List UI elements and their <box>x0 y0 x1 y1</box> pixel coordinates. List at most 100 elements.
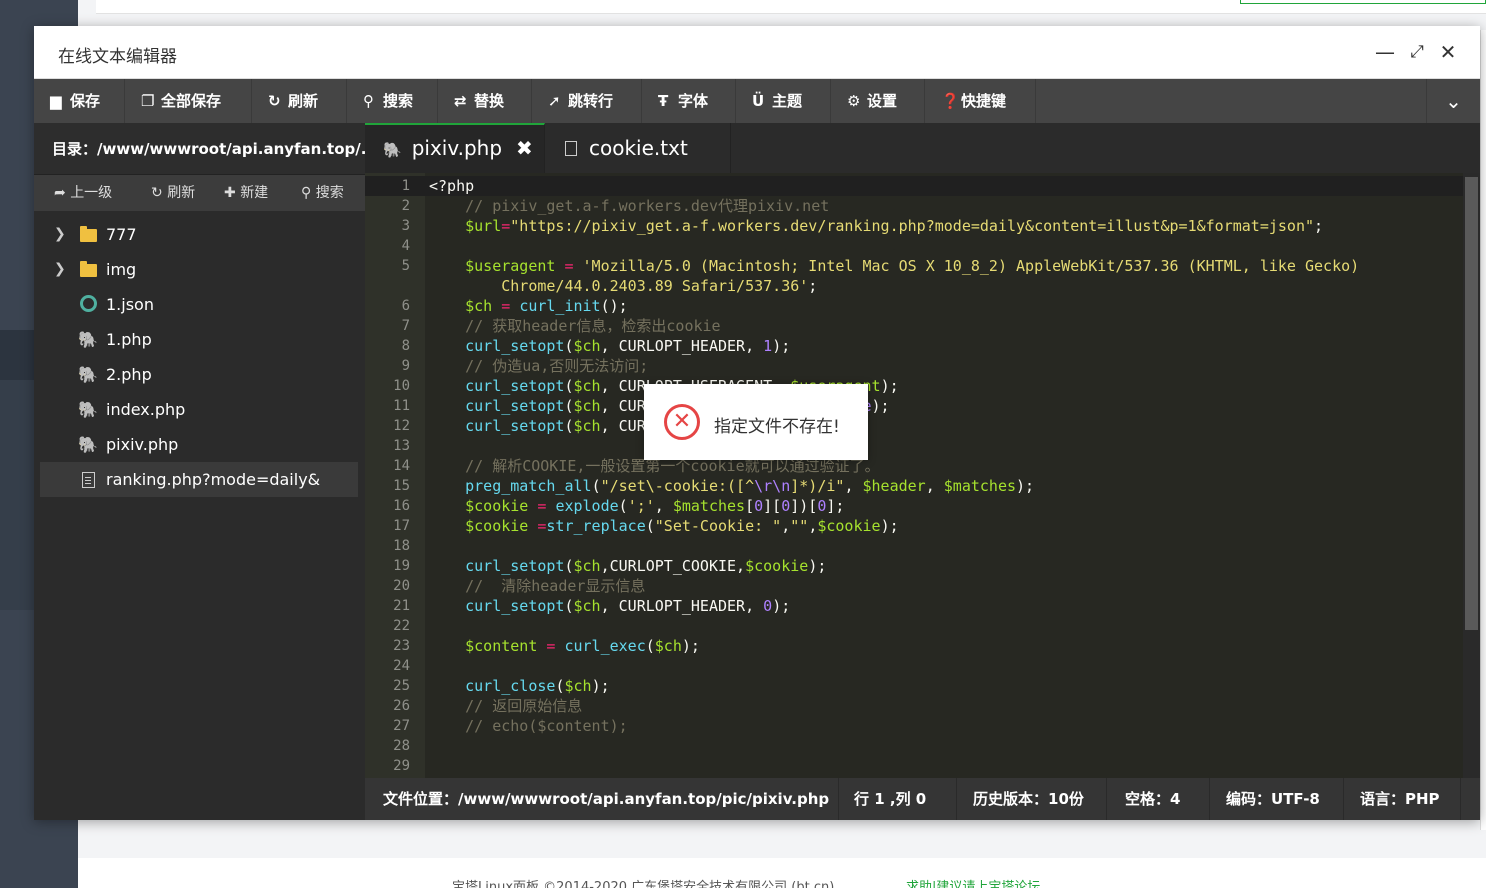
tab-pixiv-php[interactable]: 🐘 pixiv.php ✖ <box>365 123 545 173</box>
refresh-label: 刷新 <box>288 92 319 110</box>
sidebar-search-button[interactable]: ⚲ 搜索 <box>301 175 344 211</box>
line-number: 17 <box>393 518 410 534</box>
code-line: $useragent = 'Mozilla/5.0 (Macintosh; In… <box>465 257 1360 275</box>
refresh-button[interactable]: ↻ 刷新 <box>252 79 347 123</box>
line-number: 3 <box>401 218 410 234</box>
file-name: 777 <box>106 225 137 244</box>
tab-label: cookie.txt <box>589 136 688 160</box>
replace-button[interactable]: ⇄ 替换 <box>438 79 532 123</box>
code-line: // echo($content); <box>429 717 628 735</box>
font-button[interactable]: Ŧ 字体 <box>642 79 736 123</box>
status-indent[interactable]: 空格：4 <box>1107 778 1210 820</box>
save-icon: ▆ <box>50 92 62 110</box>
save-all-button[interactable]: ❐ 全部保存 <box>125 79 252 123</box>
sidebar-search-label: 搜索 <box>315 185 344 201</box>
code-line: $ch = curl_init(); <box>465 297 628 315</box>
panel-right-edge <box>1480 30 1486 830</box>
code-line: Chrome/44.0.2403.89 Safari/537.36'; <box>429 277 818 295</box>
editor-tabs: 🐘 pixiv.php ✖ cookie.txt <box>365 123 1480 173</box>
line-number: 8 <box>401 338 410 354</box>
sidebar-refresh-label: 刷新 <box>167 185 196 201</box>
minimize-icon[interactable]: — <box>1373 40 1397 64</box>
replace-label: 替换 <box>474 92 505 110</box>
file-name: 1.php <box>106 330 152 349</box>
search-button[interactable]: ⚲ 搜索 <box>347 79 438 123</box>
sidebar-refresh-button[interactable]: ↻ 刷新 <box>151 175 195 211</box>
file-name: 1.json <box>106 295 154 314</box>
error-icon: ✕ <box>664 404 700 440</box>
arrow-up-icon: ➦ <box>54 185 71 201</box>
code-line: <?php <box>429 177 475 195</box>
refresh-icon: ↻ <box>151 185 168 201</box>
php-file-icon: 🐘 <box>78 365 98 384</box>
status-encoding[interactable]: 编码：UTF-8 <box>1210 778 1344 820</box>
file-item-json[interactable]: 1.json <box>34 287 365 322</box>
file-item-php[interactable]: 🐘 index.php <box>34 392 365 427</box>
code-line: preg_match_all("/set\-cookie:([^\r\n]*)/… <box>465 477 1035 495</box>
shortcut-label: 快捷键 <box>961 92 1007 110</box>
code-line: // 伪造ua,否则无法访问; <box>429 357 649 375</box>
goto-line-icon: ➚ <box>548 92 561 110</box>
file-name: pixiv.php <box>106 435 179 454</box>
chevron-right-icon[interactable]: ❯ <box>54 217 66 252</box>
refresh-icon: ↻ <box>268 92 281 110</box>
chevron-down-icon[interactable]: ⌄ <box>1426 79 1480 123</box>
line-number: 25 <box>393 678 410 694</box>
search-icon: ⚲ <box>363 92 374 110</box>
settings-label: 设置 <box>867 92 898 110</box>
status-language[interactable]: 语言：PHP <box>1344 778 1461 820</box>
code-line: curl_close($ch); <box>465 677 610 695</box>
footer-forum-link[interactable]: 求助|建议请上宝塔论坛 <box>906 876 1040 888</box>
line-number: 18 <box>393 538 410 554</box>
line-number: 22 <box>393 618 410 634</box>
shortcut-button[interactable]: ❓快捷键 <box>925 79 1036 123</box>
new-file-button[interactable]: ✚ 新建 <box>224 175 268 211</box>
file-item-php[interactable]: 🐘 2.php <box>34 357 365 392</box>
settings-button[interactable]: ⚙ 设置 <box>831 79 925 123</box>
status-history-version[interactable]: 历史版本：10份 <box>957 778 1107 820</box>
line-number: 5 <box>401 258 410 274</box>
save-label: 保存 <box>70 92 101 110</box>
line-number: 13 <box>393 438 410 454</box>
editor-toolbar: ▆ 保存 ❐ 全部保存 ↻ 刷新 ⚲ 搜索 ⇄ 替换 ➚ 跳转行 Ŧ 字体 Ü 主题 ⚙ 设置 ❓… <box>34 79 1480 123</box>
save-button[interactable]: ▆ 保存 <box>34 79 125 123</box>
font-icon: Ŧ <box>658 92 669 110</box>
directory-path: 目录：/www/wwwroot/api.anyfan.top/... <box>34 123 365 175</box>
line-number: 15 <box>393 478 410 494</box>
goto-line-button[interactable]: ➚ 跳转行 <box>532 79 642 123</box>
tab-cookie-txt[interactable]: cookie.txt <box>545 123 731 173</box>
file-item-folder[interactable]: ❯ 777 <box>34 217 365 252</box>
scrollbar-thumb[interactable] <box>1465 177 1478 630</box>
file-item-active[interactable]: ranking.php?mode=daily& <box>40 462 358 497</box>
line-number: 16 <box>393 498 410 514</box>
code-editor[interactable]: 1 <?php 2 // pixiv_get.a-f.workers.dev代理p… <box>365 173 1480 778</box>
editor-statusbar: 文件位置：/www/wwwroot/api.anyfan.top/pic/pix… <box>365 778 1480 820</box>
file-item-folder[interactable]: ❯ img <box>34 252 365 287</box>
code-line: // 返回原始信息 <box>429 697 583 715</box>
code-line: // 清除header显示信息 <box>429 577 646 595</box>
php-file-icon: 🐘 <box>383 141 402 159</box>
line-number: 11 <box>393 398 410 414</box>
maximize-icon[interactable]: ⤢ <box>1405 40 1429 64</box>
close-icon[interactable]: ✕ <box>1436 40 1460 64</box>
code-line: $cookie = explode(';', $matches[0][0])[0… <box>465 497 845 515</box>
theme-button[interactable]: Ü 主题 <box>736 79 831 123</box>
modal-header: 在线文本编辑器 — ⤢ ✕ <box>34 26 1480 79</box>
chevron-right-icon[interactable]: ❯ <box>54 252 66 287</box>
file-item-php[interactable]: 🐘 1.php <box>34 322 365 357</box>
code-line: // pixiv_get.a-f.workers.dev代理pixiv.net <box>429 197 830 215</box>
parent-dir-button[interactable]: ➦ 上一级 <box>54 175 112 211</box>
json-file-icon <box>78 287 98 322</box>
code-line: curl_setopt($ch, CURLOPT_HEADER, 1); <box>465 337 791 355</box>
status-cursor-position[interactable]: 行 1 ,列 0 <box>839 778 957 820</box>
line-number: 1 <box>401 178 410 194</box>
file-item-php[interactable]: 🐘 pixiv.php <box>34 427 365 462</box>
font-label: 字体 <box>678 92 709 110</box>
code-line: // 获取header信息，检索出cookie <box>429 317 721 335</box>
line-number: 28 <box>393 738 410 754</box>
vertical-scrollbar[interactable] <box>1463 173 1480 778</box>
tab-close-icon[interactable]: ✖ <box>516 136 533 160</box>
shortcut-icon: ❓ <box>941 92 960 110</box>
parent-dir-label: 上一级 <box>70 185 113 201</box>
php-file-icon: 🐘 <box>78 435 98 454</box>
